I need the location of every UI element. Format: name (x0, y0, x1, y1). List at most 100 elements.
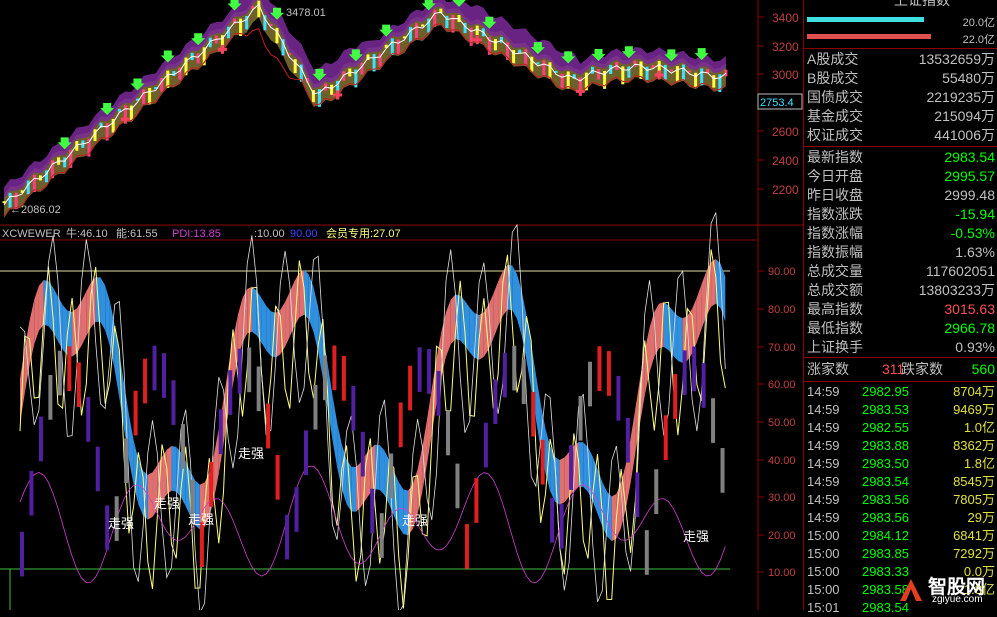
ribbon-segment (313, 286, 319, 352)
ribbon-segment (81, 291, 87, 346)
stat-label: 基金成交 (807, 108, 863, 124)
tick-price: 2983.53 (862, 402, 909, 417)
stat-label: 国债成交 (807, 89, 863, 105)
stat-row: 基金成交 215094万 (804, 107, 997, 126)
histogram-bar (124, 438, 129, 484)
candle (421, 24, 425, 27)
tick-price: 2984.12 (862, 528, 909, 543)
histogram-bar (455, 463, 460, 509)
signal-label: 走强 (238, 446, 264, 461)
ribbon-segment (696, 284, 702, 343)
tick-time: 14:59 (807, 474, 840, 489)
tick-row[interactable]: 14:59 2983.56 7805万 (804, 491, 997, 509)
stat-row: 指数振幅 1.63% (804, 243, 997, 262)
histogram-bar (199, 522, 204, 568)
ribbon-segment (341, 444, 347, 505)
tick-time: 15:00 (807, 564, 840, 579)
histogram-bar (48, 375, 53, 420)
divider (804, 381, 997, 382)
ribbon-segment (446, 299, 451, 357)
up-volume-label: 20.0亿 (962, 17, 995, 29)
trend-band-upper (4, 0, 726, 199)
candle (475, 25, 479, 35)
tick-time: 15:01 (807, 600, 840, 615)
ribbon-segment (502, 264, 508, 316)
ribbon-segment (365, 448, 371, 500)
tick-time: 14:59 (807, 402, 840, 417)
stat-row: 最新指数 2983.54 (804, 148, 997, 167)
tick-volume: 1.0亿 (963, 420, 995, 435)
ribbon-segment (379, 445, 385, 496)
stat-label: A股成交 (807, 51, 859, 67)
tick-row[interactable]: 15:00 2983.85 7292万 (804, 545, 997, 563)
candle (542, 60, 546, 76)
tick-volume: 7292万 (953, 546, 995, 561)
histogram-bar (180, 424, 185, 469)
signal-label: 走强 (108, 516, 134, 531)
histogram-bar (474, 478, 479, 523)
tick-row[interactable]: 14:59 2983.53 9469万 (804, 401, 997, 419)
histogram-bar (512, 345, 517, 391)
tick-row[interactable]: 14:59 2983.50 1.8亿 (804, 455, 997, 473)
indicator-tick-label: 40.00 (768, 455, 796, 467)
stat-value: 215094万 (934, 108, 995, 124)
tick-row[interactable]: 14:59 2982.95 8704万 (804, 383, 997, 401)
candle (493, 38, 497, 51)
price-tick-label: 3400 (772, 11, 799, 25)
high-label: 3478.01 (286, 7, 326, 19)
candle (330, 84, 334, 95)
ribbon-segment (559, 457, 565, 505)
histogram-bar (360, 431, 365, 477)
histogram-bar (256, 366, 261, 412)
tick-price: 2982.95 (862, 384, 909, 399)
tick-row[interactable]: 14:59 2983.54 8545万 (804, 473, 997, 491)
stat-row: A股成交 13532659万 (804, 50, 997, 69)
histogram-bar (483, 422, 488, 468)
stat-label: 指数涨跌 (807, 206, 863, 222)
tick-volume: 7805万 (953, 492, 995, 507)
tick-price: 2983.56 (862, 510, 909, 525)
candle (597, 69, 601, 80)
chart-area[interactable]: 34003200300028002600240022002753.43478.0… (0, 0, 803, 610)
tick-row[interactable]: 14:59 2983.56 29万 (804, 509, 997, 527)
logo-icon (900, 579, 922, 601)
stat-value: 441006万 (934, 127, 995, 143)
candle (694, 72, 698, 87)
histogram-bar (446, 410, 450, 456)
indicator-tick-label: 90.00 (768, 266, 796, 278)
ribbon-segment (34, 285, 39, 345)
histogram-bar (464, 524, 469, 569)
tick-time: 14:59 (807, 420, 840, 435)
tick-time: 15:00 (807, 528, 840, 543)
histogram-bar (389, 453, 394, 499)
histogram-bar (692, 346, 697, 392)
stat-value: 13803233万 (918, 282, 995, 298)
stat-label: 上证换手 (807, 339, 863, 355)
ribbon-segment (663, 302, 669, 351)
stat-row: 最低指数 2966.78 (804, 319, 997, 338)
histogram-bar (304, 430, 308, 476)
histogram-bar (76, 362, 81, 408)
histogram-bar (20, 531, 24, 577)
histogram-bar (143, 358, 148, 404)
tick-row[interactable]: 14:59 2982.55 1.0亿 (804, 419, 997, 437)
tick-row[interactable]: 15:00 2984.12 6841万 (804, 527, 997, 545)
stat-label: 指数涨幅 (807, 225, 863, 241)
chart-canvas[interactable]: 34003200300028002600240022002753.43478.0… (0, 0, 803, 610)
indicator-param: :10.00 (254, 228, 285, 240)
ribbon-segment (308, 274, 314, 332)
indicator-tick-label: 80.00 (768, 304, 796, 316)
histogram-bar (332, 345, 337, 391)
candle (415, 23, 419, 40)
tick-row[interactable]: 14:59 2983.88 8362万 (804, 437, 997, 455)
stat-value: -15.94 (955, 206, 995, 222)
stat-value: 2995.57 (944, 168, 995, 184)
stat-label: 总成交量 (807, 263, 863, 279)
stat-row: 总成交额 13803233万 (804, 281, 997, 300)
candle (524, 49, 528, 66)
indicator-tick-label: 50.00 (768, 417, 796, 429)
histogram-bar (559, 503, 564, 549)
low-label: ←2086.02 (10, 204, 61, 216)
ribbon-segment (583, 442, 588, 492)
stat-label: 最高指数 (807, 301, 863, 317)
